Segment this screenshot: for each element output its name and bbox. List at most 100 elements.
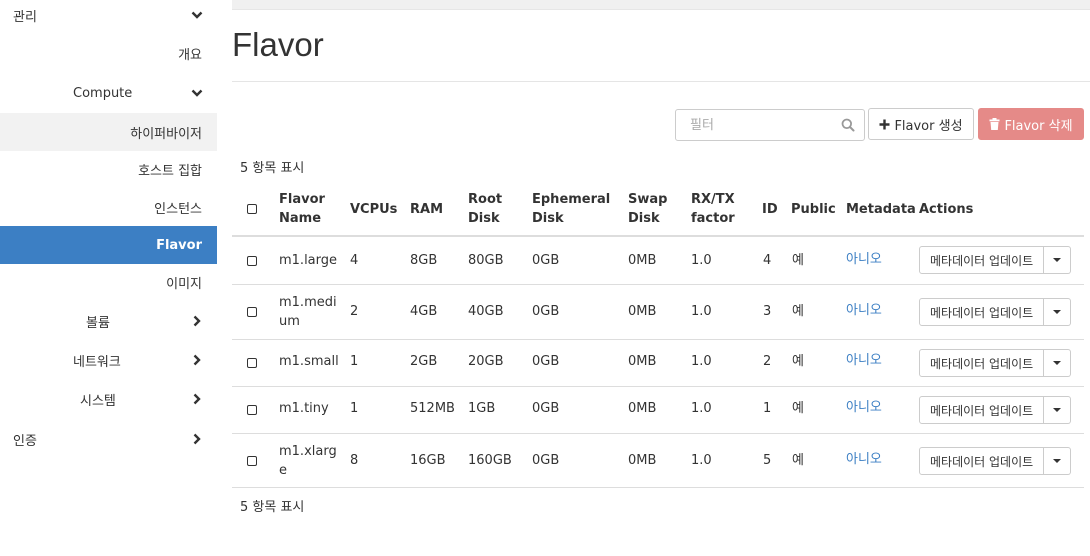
id-value: 1 xyxy=(763,401,772,416)
sidebar-item-compute[interactable]: Compute xyxy=(0,74,217,112)
sidebar-item-label: 네트워크 xyxy=(73,354,121,370)
row-actions: 메타데이터 업데이트 xyxy=(919,298,1072,326)
sidebar-item-system[interactable]: 시스템 xyxy=(0,380,217,418)
row-checkbox[interactable] xyxy=(247,456,257,466)
caret-down-icon xyxy=(1053,361,1062,365)
id-value: 3 xyxy=(763,304,772,319)
sidebar-item-images[interactable]: 이미지 xyxy=(0,263,217,301)
id-value: 5 xyxy=(763,453,772,468)
header-rxtx-factor[interactable]: RX/TX factor xyxy=(691,190,735,228)
public-value: 예 xyxy=(792,401,804,416)
row-actions: 메타데이터 업데이트 xyxy=(919,246,1072,274)
metadata-link[interactable]: 아니오 xyxy=(846,398,882,417)
table-row: m1.large 4 8GB 80GB 0GB 0MB 1.0 4 예 아니오 … xyxy=(232,237,1084,285)
update-metadata-button[interactable]: 메타데이터 업데이트 xyxy=(919,396,1045,424)
sidebar-item-flavors[interactable]: Flavor xyxy=(0,226,217,264)
row-checkbox[interactable] xyxy=(247,405,257,415)
vcpus-value: 1 xyxy=(350,401,359,416)
root-disk-value: 1GB xyxy=(468,401,496,416)
header-flavor-name[interactable]: Flavor Name xyxy=(279,190,325,228)
sidebar-item-volumes[interactable]: 볼륨 xyxy=(0,302,217,340)
sidebar-item-label: Flavor xyxy=(156,237,202,253)
sidebar-item-hypervisors[interactable]: 하이퍼바이저 xyxy=(0,113,217,151)
vcpus-value: 2 xyxy=(350,304,359,319)
root-disk-value: 160GB xyxy=(468,453,512,468)
public-value: 예 xyxy=(792,253,804,268)
header-ram[interactable]: RAM xyxy=(410,200,443,219)
header-public[interactable]: Public xyxy=(791,200,836,219)
public-value: 예 xyxy=(792,304,804,319)
actions-dropdown-toggle[interactable] xyxy=(1044,349,1072,377)
caret-down-icon xyxy=(1053,258,1062,262)
ephemeral-disk-value: 0GB xyxy=(532,304,560,319)
filter-box[interactable] xyxy=(675,109,865,141)
vcpus-value: 1 xyxy=(350,354,359,369)
root-disk-value: 20GB xyxy=(468,354,504,369)
create-flavor-button[interactable]: Flavor 생성 xyxy=(868,108,974,140)
ram-value: 8GB xyxy=(410,253,438,268)
public-value: 예 xyxy=(792,354,804,369)
update-metadata-button[interactable]: 메타데이터 업데이트 xyxy=(919,447,1045,475)
rxtx-value: 1.0 xyxy=(691,253,712,268)
sidebar-item-network[interactable]: 네트워크 xyxy=(0,341,217,379)
sidebar: 관리 개요 Compute 하이퍼바이저 호스트 집합 인스턴스 Flavor … xyxy=(0,0,217,556)
delete-flavor-button[interactable]: Flavor 삭제 xyxy=(978,108,1084,140)
sidebar-item-label: 호스트 집합 xyxy=(138,163,202,179)
table-row: m1.xlarg e 8 16GB 160GB 0GB 0MB 1.0 5 예 아… xyxy=(232,434,1084,488)
select-all-checkbox[interactable] xyxy=(247,204,257,214)
sidebar-item-overview[interactable]: 개요 xyxy=(0,34,217,72)
public-value: 예 xyxy=(792,453,804,468)
header-vcpus[interactable]: VCPUs xyxy=(350,200,397,219)
root-disk-value: 80GB xyxy=(468,253,504,268)
row-checkbox[interactable] xyxy=(247,256,257,266)
sidebar-item-label: 개요 xyxy=(178,47,202,63)
actions-dropdown-toggle[interactable] xyxy=(1044,447,1072,475)
search-icon[interactable] xyxy=(841,118,855,136)
chevron-right-icon xyxy=(191,315,203,327)
vcpus-value: 8 xyxy=(350,453,359,468)
chevron-right-icon xyxy=(191,354,203,366)
row-checkbox[interactable] xyxy=(247,358,257,368)
flavor-name: m1.tiny xyxy=(279,401,329,416)
root-disk-value: 40GB xyxy=(468,304,504,319)
sidebar-item-identity[interactable]: 인증 xyxy=(0,420,217,458)
metadata-link[interactable]: 아니오 xyxy=(846,250,882,269)
actions-dropdown-toggle[interactable] xyxy=(1044,246,1072,274)
flavor-name: m1.xlarg e xyxy=(279,444,337,478)
chevron-right-icon xyxy=(191,393,203,405)
update-metadata-button[interactable]: 메타데이터 업데이트 xyxy=(919,246,1045,274)
table-row: m1.medi um 2 4GB 40GB 0GB 0MB 1.0 3 예 아니오… xyxy=(232,285,1084,340)
sidebar-item-label: 하이퍼바이저 xyxy=(130,126,202,142)
ram-value: 512MB xyxy=(410,401,455,416)
flavor-name: m1.medi um xyxy=(279,295,337,329)
header-metadata[interactable]: Metadata xyxy=(846,200,916,219)
chevron-down-icon xyxy=(191,87,203,99)
metadata-link[interactable]: 아니오 xyxy=(846,450,882,469)
update-metadata-button[interactable]: 메타데이터 업데이트 xyxy=(919,298,1045,326)
swap-disk-value: 0MB xyxy=(628,354,657,369)
metadata-link[interactable]: 아니오 xyxy=(846,351,882,370)
sidebar-item-label: 관리 xyxy=(13,9,37,25)
sidebar-item-label: Compute xyxy=(73,85,133,101)
sidebar-item-admin[interactable]: 관리 xyxy=(0,0,217,34)
ram-value: 2GB xyxy=(410,354,438,369)
header-swap-disk[interactable]: Swap Disk xyxy=(628,190,667,228)
row-checkbox[interactable] xyxy=(247,307,257,317)
filter-input[interactable] xyxy=(676,110,826,140)
sidebar-item-host-aggregates[interactable]: 호스트 집합 xyxy=(0,150,217,188)
header-id[interactable]: ID xyxy=(762,200,778,219)
actions-dropdown-toggle[interactable] xyxy=(1044,298,1072,326)
update-metadata-button[interactable]: 메타데이터 업데이트 xyxy=(919,349,1045,377)
title-divider xyxy=(232,81,1090,82)
id-value: 4 xyxy=(763,253,772,268)
swap-disk-value: 0MB xyxy=(628,453,657,468)
header-root-disk[interactable]: Root Disk xyxy=(468,190,502,228)
ram-value: 4GB xyxy=(410,304,438,319)
actions-dropdown-toggle[interactable] xyxy=(1044,396,1072,424)
ram-value: 16GB xyxy=(410,453,446,468)
metadata-link[interactable]: 아니오 xyxy=(846,301,882,320)
sidebar-item-label: 볼륨 xyxy=(86,315,110,331)
delete-flavor-label: Flavor 삭제 xyxy=(1004,118,1073,134)
sidebar-item-instances[interactable]: 인스턴스 xyxy=(0,188,217,226)
header-ephemeral-disk[interactable]: Ephemeral Disk xyxy=(532,190,610,228)
